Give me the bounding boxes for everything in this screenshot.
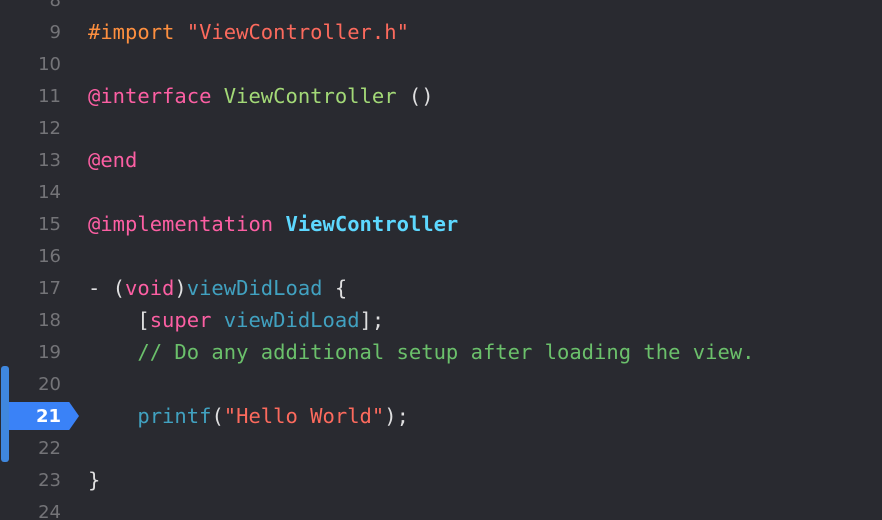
- code-text: }: [88, 468, 100, 492]
- code-line[interactable]: 17 - (void)viewDidLoad {: [0, 272, 882, 304]
- line-number[interactable]: 9: [0, 22, 61, 43]
- code-token: (: [211, 404, 224, 428]
- code-token: // Do any additional setup after loading…: [88, 340, 755, 364]
- code-line[interactable]: 24: [0, 496, 882, 520]
- code-line[interactable]: 20: [0, 368, 882, 400]
- code-text: printf("Hello World");: [88, 404, 409, 428]
- code-line[interactable]: 15 @implementation ViewController: [0, 208, 882, 240]
- code-token: ];: [359, 308, 385, 332]
- code-token: "ViewController.h": [186, 20, 409, 44]
- code-line[interactable]: 23}: [0, 464, 882, 496]
- code-token: ViewController: [285, 212, 459, 236]
- code-token: printf: [137, 404, 212, 428]
- line-number[interactable]: 14: [0, 182, 61, 203]
- code-text: @implementation ViewController: [88, 212, 458, 236]
- code-text: @end: [88, 148, 137, 172]
- code-token: "Hello World": [223, 404, 385, 428]
- code-token: [: [88, 308, 150, 332]
- code-line[interactable]: 12: [0, 112, 882, 144]
- line-number[interactable]: 15: [0, 214, 61, 235]
- code-line[interactable]: 21 printf("Hello World");: [0, 400, 882, 432]
- line-number[interactable]: 21: [0, 406, 61, 427]
- code-text: - (void)viewDidLoad {: [88, 276, 347, 300]
- code-line[interactable]: 11 @interface ViewController (): [0, 80, 882, 112]
- code-text: @interface ViewController (): [88, 84, 434, 108]
- code-token: #import: [88, 20, 187, 44]
- code-text: // Do any additional setup after loading…: [88, 340, 754, 364]
- code-token: - (: [88, 276, 126, 300]
- line-number[interactable]: 11: [0, 86, 61, 107]
- code-line[interactable]: 19 // Do any additional setup after load…: [0, 336, 882, 368]
- line-number[interactable]: 8: [0, 0, 61, 11]
- code-token: );: [384, 404, 409, 428]
- code-line[interactable]: 10: [0, 48, 882, 80]
- code-token: @interface: [88, 84, 224, 108]
- code-line[interactable]: 22: [0, 432, 882, 464]
- code-token: }: [88, 468, 101, 492]
- line-number[interactable]: 12: [0, 118, 61, 139]
- code-line[interactable]: 14: [0, 176, 882, 208]
- code-line[interactable]: 13 @end: [0, 144, 882, 176]
- code-token: (): [396, 84, 434, 108]
- code-line[interactable]: 8: [0, 0, 882, 16]
- line-number[interactable]: 10: [0, 54, 61, 75]
- code-text: #import "ViewController.h": [88, 20, 409, 44]
- code-text: [super viewDidLoad];: [88, 308, 384, 332]
- line-number[interactable]: 24: [0, 502, 61, 520]
- code-token: viewDidLoad: [223, 308, 360, 332]
- code-token: @end: [88, 148, 138, 172]
- code-line[interactable]: 18 [super viewDidLoad];: [0, 304, 882, 336]
- line-number[interactable]: 17: [0, 278, 61, 299]
- line-number[interactable]: 23: [0, 470, 61, 491]
- line-number[interactable]: 18: [0, 310, 61, 331]
- line-number[interactable]: 22: [0, 438, 61, 459]
- code-token: super: [149, 308, 212, 332]
- code-line[interactable]: 16: [0, 240, 882, 272]
- code-line[interactable]: 9 #import "ViewController.h": [0, 16, 882, 48]
- code-token: @implementation: [88, 212, 286, 236]
- code-token: void: [125, 276, 175, 300]
- line-number[interactable]: 13: [0, 150, 61, 171]
- line-number[interactable]: 19: [0, 342, 61, 363]
- code-token: viewDidLoad: [186, 276, 323, 300]
- code-token: {: [322, 276, 348, 300]
- code-editor[interactable]: 8 9 #import "ViewController.h" 10 11 @interfa…: [0, 0, 882, 520]
- code-token: ): [174, 276, 187, 300]
- code-token: ViewController: [223, 84, 397, 108]
- line-number[interactable]: 16: [0, 246, 61, 267]
- line-number[interactable]: 20: [0, 374, 61, 395]
